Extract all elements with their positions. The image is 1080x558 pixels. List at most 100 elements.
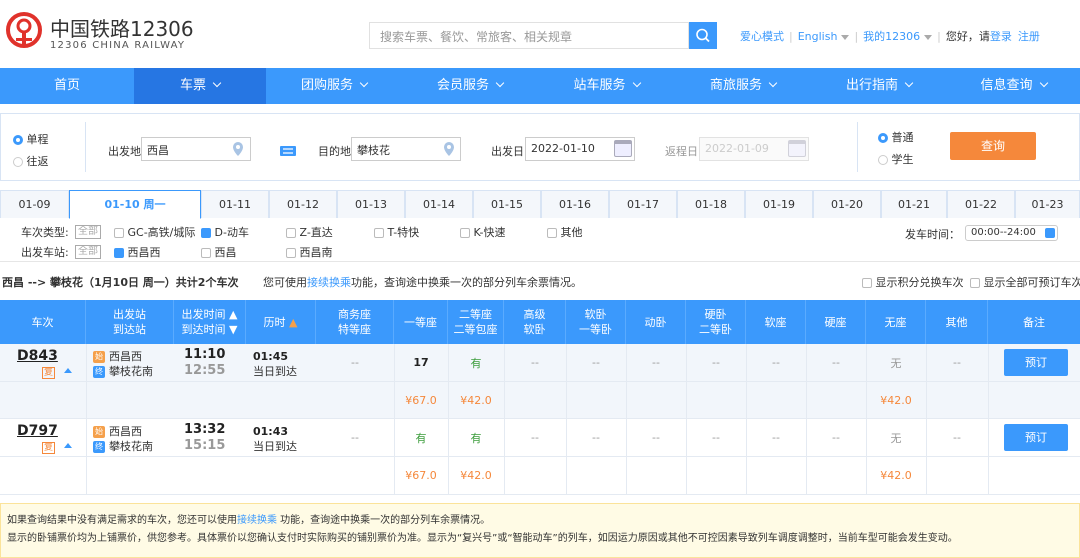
seat-soft: -- xyxy=(592,356,600,369)
date-tab[interactable]: 01-14 xyxy=(405,190,473,218)
date-tab[interactable]: 01-23 xyxy=(1015,190,1080,218)
nav-station[interactable]: 站车服务 xyxy=(538,68,675,104)
filter-k[interactable]: K-快速 xyxy=(460,224,506,240)
train-number-link[interactable]: D797 xyxy=(17,423,58,439)
notice-text: 功能，查询途中换乘一次的部分列车余票情况。 xyxy=(277,515,491,526)
station-cell: 始西昌西 终攀枝花南 xyxy=(93,349,153,379)
student-ticket-option[interactable]: 学生 xyxy=(878,151,914,167)
station-label: 西昌西 xyxy=(127,246,161,259)
calendar-icon[interactable] xyxy=(788,140,806,157)
col-soft: 软卧 一等卧 xyxy=(566,300,626,344)
location-pin-icon xyxy=(233,142,243,156)
show-points-option[interactable]: 显示积分兑换车次 xyxy=(862,274,964,290)
swap-stations-icon[interactable] xyxy=(280,146,296,156)
station-xichang[interactable]: 西昌 xyxy=(201,244,237,260)
checkbox-checked-icon xyxy=(201,228,211,238)
date-tab[interactable]: 01-09 xyxy=(0,190,69,218)
seat-first[interactable]: 有 xyxy=(394,419,448,456)
logo-title: 中国铁路12306 xyxy=(50,17,194,41)
nav-group[interactable]: 团购服务 xyxy=(266,68,402,104)
seat-noseat: 无 xyxy=(890,356,902,370)
station-xichangxi[interactable]: 西昌西 xyxy=(114,244,161,260)
divider xyxy=(866,344,867,495)
nav-business[interactable]: 商旅服务 xyxy=(675,68,811,104)
query-button[interactable]: 查询 xyxy=(950,132,1036,160)
date-tab[interactable]: 01-20 xyxy=(813,190,881,218)
book-button[interactable]: 预订 xyxy=(1004,424,1068,451)
care-mode-link[interactable]: 爱心模式 xyxy=(740,28,784,44)
date-tab-selected[interactable]: 01-10 周一 xyxy=(69,190,201,219)
nav-guide[interactable]: 出行指南 xyxy=(811,68,947,104)
col-first: 一等座 xyxy=(394,300,448,344)
expand-stops-icon[interactable] xyxy=(64,368,72,373)
filter-bar: 车次类型: 全部 GC-高铁/城际 D-动车 Z-直达 T-特快 K-快速 其他… xyxy=(0,218,1080,262)
col-duration[interactable]: 历时 ▲ xyxy=(246,300,316,344)
col-hardseat: 硬座 xyxy=(806,300,866,344)
station-cell: 始西昌西 终攀枝花南 xyxy=(93,424,153,454)
nav-station-label: 站车服务 xyxy=(573,78,626,93)
seat-second[interactable]: 有 xyxy=(448,419,504,456)
transfer-link[interactable]: 接续换乘 xyxy=(307,276,351,289)
date-tab[interactable]: 01-11 xyxy=(201,190,269,218)
filter-gc-label: GC-高铁/城际 xyxy=(127,226,196,239)
train-number-link[interactable]: D843 xyxy=(17,348,58,364)
station-xichangnan[interactable]: 西昌南 xyxy=(286,244,333,260)
book-button[interactable]: 预订 xyxy=(1004,349,1068,376)
english-link[interactable]: English xyxy=(798,30,850,43)
duration-cell: 01:43 当日到达 xyxy=(253,424,297,454)
depart-time-select[interactable]: 00:00--24:00 xyxy=(965,225,1058,241)
seat-first[interactable]: 17 xyxy=(394,344,448,381)
filter-other[interactable]: 其他 xyxy=(547,224,583,240)
to-label: 目的地 xyxy=(318,145,351,158)
chevron-down-icon xyxy=(841,34,850,40)
date-tab[interactable]: 01-15 xyxy=(473,190,541,218)
search-button[interactable] xyxy=(689,22,717,49)
date-tab[interactable]: 01-13 xyxy=(337,190,405,218)
nav-info[interactable]: 信息查询 xyxy=(947,68,1080,104)
date-tab[interactable]: 01-17 xyxy=(609,190,677,218)
col-label: 软卧 xyxy=(584,308,607,321)
date-tab[interactable]: 01-19 xyxy=(745,190,813,218)
seat-second[interactable]: 有 xyxy=(448,344,504,381)
fuxing-badge: 复 xyxy=(42,442,55,454)
nav-tickets[interactable]: 车票 xyxy=(134,68,266,104)
filter-t[interactable]: T-特快 xyxy=(374,224,419,240)
col-times[interactable]: 出发时间 ▲ 到达时间 ▼ xyxy=(174,300,246,344)
search-input[interactable]: 搜索车票、餐饮、常旅客、相关规章 xyxy=(369,22,689,49)
date-tab[interactable]: 01-12 xyxy=(269,190,337,218)
checkbox-unchecked-icon xyxy=(460,228,470,238)
transfer-link[interactable]: 接续换乘 xyxy=(237,515,277,526)
my-12306-link[interactable]: 我的12306 xyxy=(863,28,933,44)
nav-member[interactable]: 会员服务 xyxy=(402,68,538,104)
round-trip-option[interactable]: 往返 xyxy=(13,153,49,169)
notice-line: 如果查询结果中没有满足需求的车次，您还可以使用接续换乘 功能，查询途中换乘一次的… xyxy=(7,512,1073,530)
date-tab[interactable]: 01-22 xyxy=(947,190,1015,218)
normal-ticket-option[interactable]: 普通 xyxy=(878,129,914,145)
filter-d[interactable]: D-动车 xyxy=(201,224,249,240)
station-all[interactable]: 全部 xyxy=(75,244,101,259)
filter-z[interactable]: Z-直达 xyxy=(286,224,333,240)
railway-logo-icon[interactable] xyxy=(6,12,42,48)
expand-stops-icon[interactable] xyxy=(64,443,72,448)
col-label: 软卧 xyxy=(523,323,546,336)
filter-gc[interactable]: GC-高铁/城际 xyxy=(114,224,195,240)
seat-other: -- xyxy=(953,431,961,444)
show-all-option[interactable]: 显示全部可预订车次 xyxy=(970,274,1080,290)
divider xyxy=(394,344,395,495)
date-tab[interactable]: 01-21 xyxy=(881,190,947,218)
nav-home[interactable]: 首页 xyxy=(0,68,134,104)
login-link[interactable]: 登录 xyxy=(990,28,1012,44)
calendar-icon[interactable] xyxy=(614,140,632,157)
duration-cell: 01:45 当日到达 xyxy=(253,349,297,379)
train-type-all[interactable]: 全部 xyxy=(75,224,101,239)
depart-time: 13:32 xyxy=(184,422,226,437)
one-way-option[interactable]: 单程 xyxy=(13,131,49,147)
from-station: 西昌西 xyxy=(109,350,142,363)
register-link[interactable]: 注册 xyxy=(1018,28,1040,44)
date-tab[interactable]: 01-18 xyxy=(677,190,745,218)
col-label: 商务座 xyxy=(338,308,371,321)
date-tab[interactable]: 01-16 xyxy=(541,190,609,218)
divider xyxy=(566,344,567,495)
seat-hard: -- xyxy=(712,431,720,444)
route-summary: 西昌 --> 攀枝花（1月10日 周一）共计2个车次 xyxy=(2,276,239,289)
